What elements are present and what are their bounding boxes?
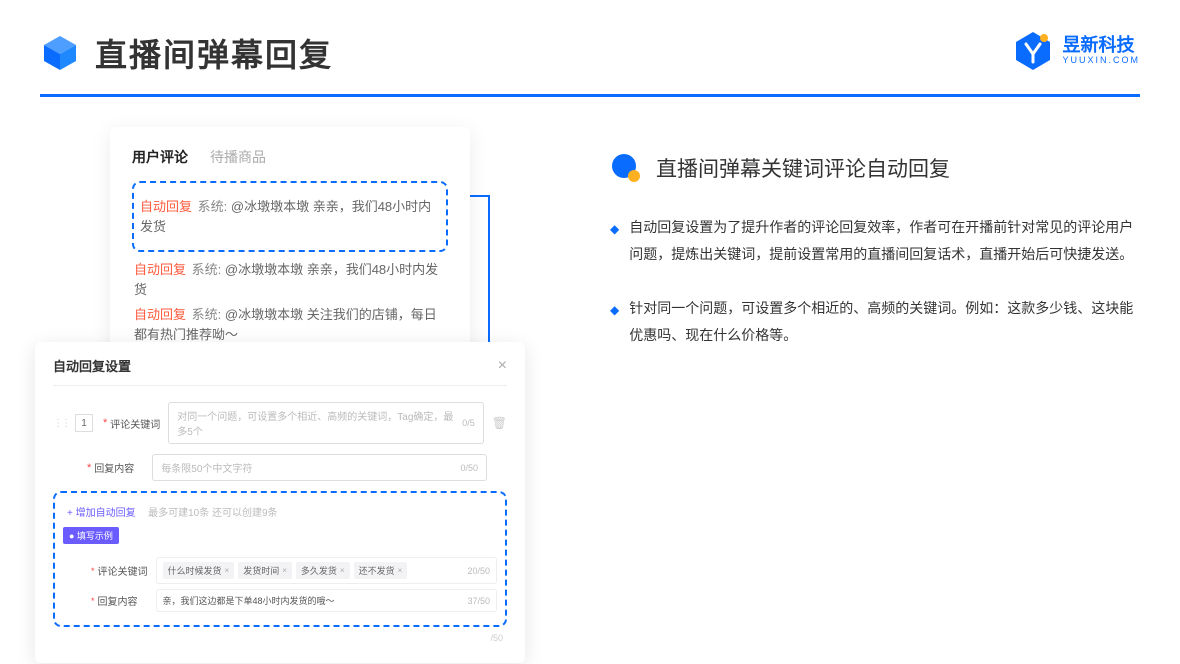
- ex-keywords-input[interactable]: 什么时候发货×发货时间×多久发货×还不发货× 20/50: [156, 557, 497, 584]
- keywords-label: 评论关键词: [110, 416, 162, 431]
- bullet-item: ◆ 自动回复设置为了提升作者的评论回复效率，作者可在开播前针对常见的评论用户问题…: [610, 214, 1140, 267]
- keywords-input[interactable]: 对同一个问题，可设置多个相近、高频的关键词，Tag确定，最多5个 0/5: [168, 402, 483, 444]
- modal-title: 自动回复设置: [53, 356, 131, 375]
- outer-counter: /50: [53, 633, 507, 643]
- brand-logo: 昱新科技 YUUXIN.COM: [1012, 30, 1140, 72]
- keyword-tag[interactable]: 还不发货×: [354, 562, 408, 579]
- row-number: 1: [75, 414, 93, 432]
- comment-item: 自动回复 系统: @冰墩墩本墩 关注我们的店铺，每日都有热门推荐呦～: [134, 305, 446, 344]
- tag-remove-icon[interactable]: ×: [398, 566, 403, 575]
- keyword-tag[interactable]: 发货时间×: [238, 562, 292, 579]
- content-label: 回复内容: [94, 460, 146, 475]
- delete-icon[interactable]: 🗑: [492, 416, 507, 430]
- diamond-icon: ◆: [610, 299, 619, 348]
- keyword-tag[interactable]: 什么时候发货×: [163, 562, 235, 579]
- ex-content-input[interactable]: 亲，我们这边都是下单48小时内发货的哦～ 37/50: [156, 589, 497, 612]
- brand-sub: YUUXIN.COM: [1062, 56, 1140, 66]
- add-hint: 最多可建10条 还可以创建9条: [148, 508, 277, 519]
- page-title: 直播间弹幕回复: [95, 30, 333, 76]
- auto-reply-badge: 自动回复: [140, 199, 192, 214]
- ex-keywords-label: 评论关键词: [98, 563, 150, 578]
- example-badge: ● 填写示例: [63, 527, 119, 544]
- content-input[interactable]: 每条限50个中文字符 0/50: [152, 454, 487, 481]
- diamond-icon: ◆: [610, 218, 619, 267]
- auto-reply-settings-modal: 自动回复设置 × ⋮⋮ 1 * 评论关键词 对同一个问题，可设置多个相近、高频的…: [35, 342, 525, 663]
- keyword-tag[interactable]: 多久发货×: [296, 562, 350, 579]
- comment-item: 自动回复 系统: @冰墩墩本墩 亲亲，我们48小时内发货: [134, 260, 446, 299]
- drag-handle-icon[interactable]: ⋮⋮: [53, 418, 69, 429]
- tag-remove-icon[interactable]: ×: [282, 566, 287, 575]
- comments-panel: 用户评论 待播商品 自动回复 系统: @冰墩墩本墩 亲亲，我们48小时内发货 自…: [110, 127, 470, 370]
- section-title: 直播间弹幕关键词评论自动回复: [656, 153, 950, 183]
- highlighted-comment: 自动回复 系统: @冰墩墩本墩 亲亲，我们48小时内发货: [132, 181, 448, 252]
- bullet-item: ◆ 针对同一个问题，可设置多个相近的、高频的关键词。例如：这款多少钱、这块能优惠…: [610, 295, 1140, 348]
- required-icon: *: [91, 596, 95, 606]
- tab-user-comments[interactable]: 用户评论: [132, 147, 188, 167]
- example-section: + 增加自动回复 最多可建10条 还可以创建9条 ● 填写示例 * 评论关键词 …: [53, 491, 507, 627]
- required-icon: *: [87, 462, 91, 474]
- add-auto-reply-link[interactable]: + 增加自动回复: [67, 508, 136, 519]
- close-icon[interactable]: ×: [498, 357, 507, 375]
- ex-content-label: 回复内容: [98, 593, 150, 608]
- chat-bubble-icon: [610, 152, 642, 184]
- tab-pending-goods[interactable]: 待播商品: [210, 147, 266, 167]
- brand-name: 昱新科技: [1062, 36, 1140, 56]
- cube-icon: [40, 33, 80, 73]
- tag-remove-icon[interactable]: ×: [225, 566, 230, 575]
- required-icon: *: [103, 417, 107, 429]
- tag-remove-icon[interactable]: ×: [340, 566, 345, 575]
- required-icon: *: [91, 566, 95, 576]
